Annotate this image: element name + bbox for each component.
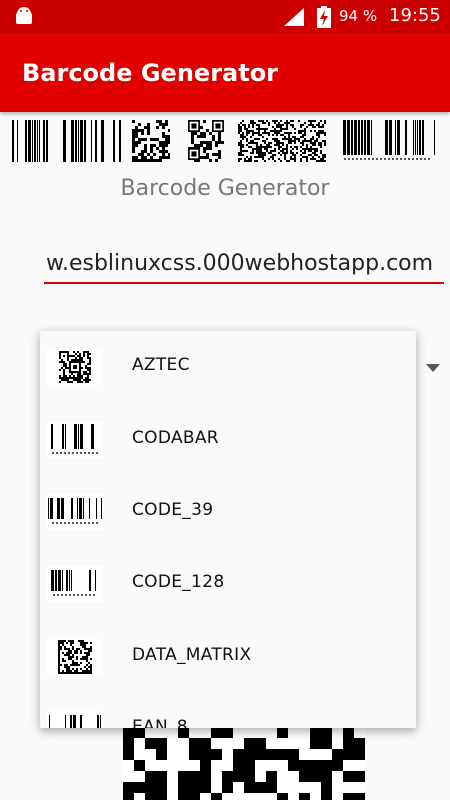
banner-barcode-image	[12, 120, 121, 162]
dropdown-arrow-icon[interactable]	[426, 364, 440, 372]
dropdown-item-label: EAN_8	[132, 717, 188, 728]
codabar-barcode-icon	[47, 422, 103, 458]
app-bar: Barcode Generator	[0, 33, 450, 112]
banner-datamatrix-image	[132, 120, 170, 162]
battery-charging-icon	[317, 6, 331, 28]
url-input[interactable]	[44, 248, 444, 284]
page-subtitle: Barcode Generator	[120, 176, 330, 201]
dropdown-item-codabar[interactable]: CODABAR	[40, 404, 416, 476]
dropdown-item-aztec[interactable]: AZTEC	[40, 331, 416, 403]
generated-barcode-image	[123, 727, 365, 800]
dropdown-item-label: DATA_MATRIX	[132, 645, 252, 665]
aztec-barcode-icon	[47, 349, 103, 385]
dropdown-item-label: CODE_39	[132, 500, 214, 520]
ean8-barcode-icon	[47, 711, 103, 728]
dropdown-item-label: CODE_128	[132, 572, 225, 592]
app-title: Barcode Generator	[22, 59, 279, 87]
dropdown-item-code-39[interactable]: CODE_39	[40, 476, 416, 548]
dropdown-item-code-128[interactable]: CODE_128	[40, 548, 416, 620]
dropdown-item-ean-8[interactable]: EAN_8	[40, 693, 416, 728]
code39-barcode-icon	[47, 494, 103, 530]
battery-percent: 94 %	[339, 7, 378, 25]
dropdown-item-data-matrix[interactable]: DATA_MATRIX	[40, 621, 416, 693]
banner-ean-image	[343, 120, 435, 160]
signal-icon	[284, 8, 304, 26]
clock: 19:55	[389, 5, 441, 26]
banner-qr-image	[188, 120, 224, 162]
android-notification-icon	[16, 7, 32, 24]
dropdown-item-label: AZTEC	[132, 355, 190, 375]
barcode-type-dropdown[interactable]: AZTEC CODABAR CODE_39 CODE_128 DATA_MATR…	[40, 331, 416, 728]
code128-barcode-icon	[47, 566, 103, 602]
status-bar: 94 % 19:55	[0, 0, 450, 33]
dropdown-item-label: CODABAR	[132, 428, 219, 448]
datamatrix-barcode-icon	[47, 639, 103, 675]
barcode-banner	[0, 120, 450, 164]
banner-pdf417-image	[238, 120, 326, 162]
